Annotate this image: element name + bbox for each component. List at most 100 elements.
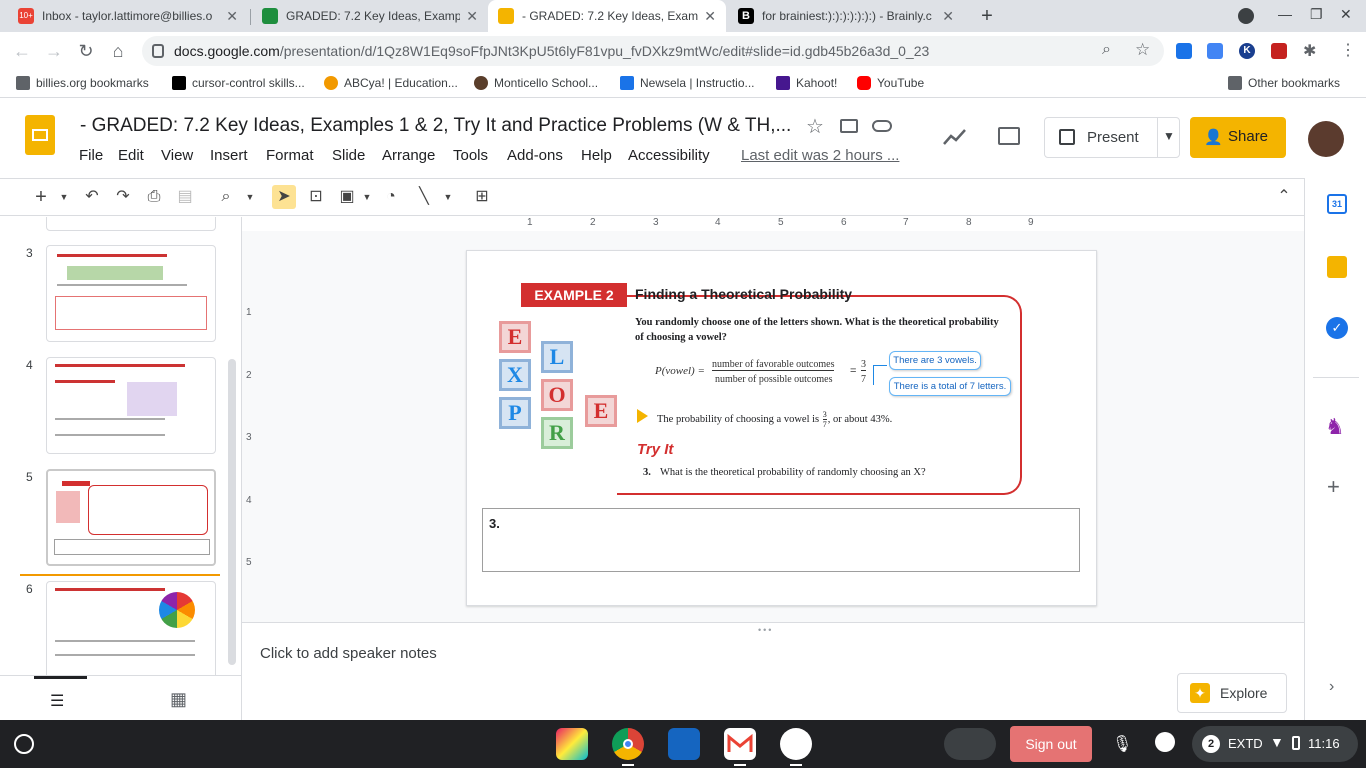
forward-icon[interactable]: → [42,39,66,63]
chevron-down-icon[interactable]: ▼ [52,185,76,209]
tab-search-icon[interactable] [1238,8,1254,24]
slide-thumbnail-5[interactable] [46,469,216,566]
tasks-icon[interactable]: ✓ [1326,317,1348,339]
kebab-menu-icon[interactable]: ⋮ [1340,40,1356,60]
bookmark-item[interactable]: Monticello School... [474,76,598,90]
menu-view[interactable]: View [161,147,193,164]
chevron-right-icon[interactable]: › [1329,678,1334,696]
app-icon[interactable] [668,728,700,760]
bookmark-star-icon[interactable]: ☆ [1135,40,1150,60]
filmstrip-scrollbar[interactable] [228,359,236,665]
slide-thumbnail-2[interactable] [46,217,216,231]
extension-icon[interactable] [1176,43,1192,59]
activity-dashboard-icon[interactable] [942,126,968,148]
menu-edit[interactable]: Edit [118,147,144,164]
menu-format[interactable]: Format [266,147,314,164]
slides-logo-icon[interactable] [25,115,55,155]
restore-icon[interactable]: ❐ [1310,6,1323,23]
star-icon[interactable]: ☆ [806,114,824,139]
text-box-icon[interactable]: ⊡ [304,185,328,209]
chevron-down-icon[interactable]: ▼ [238,185,262,209]
holding-space-tray[interactable] [944,728,996,760]
slide-thumbnail-6[interactable] [46,581,216,675]
bookmark-item[interactable]: Newsela | Instructio... [620,76,755,90]
select-to-speak-icon[interactable] [1155,732,1175,752]
calendar-icon[interactable]: 31 [1327,194,1347,214]
extension-icon[interactable]: K [1239,43,1255,59]
menu-help[interactable]: Help [581,147,612,164]
close-icon[interactable]: ✕ [226,8,238,25]
undo-icon[interactable]: ↶ [80,185,104,209]
redo-icon[interactable]: ↷ [111,185,135,209]
menu-accessibility[interactable]: Accessibility [628,147,710,164]
resize-handle[interactable]: ••• [758,625,773,635]
add-comment-icon[interactable]: ⊞ [470,185,494,209]
sign-out-button[interactable]: Sign out [1010,726,1092,762]
unicorn-addon-icon[interactable]: ♞ [1325,414,1345,440]
close-icon[interactable]: ✕ [466,8,478,25]
tab-gmail[interactable]: 10+ Inbox - taylor.lattimore@billies.o ✕ [8,0,248,32]
new-tab-button[interactable]: + [975,4,999,28]
launcher-icon[interactable] [14,734,34,754]
keep-icon[interactable] [1327,256,1347,278]
slide-thumbnail-4[interactable] [46,357,216,454]
paint-format-icon[interactable]: ▤ [173,185,197,209]
select-cursor-icon[interactable]: ➤ [272,185,296,209]
menu-slide[interactable]: Slide [332,147,365,164]
answer-text-box[interactable]: 3. [482,508,1080,572]
tab-classroom[interactable]: GRADED: 7.2 Key Ideas, Example ✕ [252,0,488,32]
back-icon[interactable]: ← [10,39,34,63]
app-icon[interactable] [780,728,812,760]
menu-arrange[interactable]: Arrange [382,147,435,164]
zoom-icon[interactable]: ⌕ [1102,41,1111,59]
close-icon[interactable]: ✕ [942,8,954,25]
speaker-notes-panel[interactable]: ••• Click to add speaker notes ✦ Explore [242,622,1304,720]
current-slide[interactable]: EXAMPLE 2 Finding a Theoretical Probabil… [466,250,1097,606]
bookmark-item[interactable]: cursor-control skills... [172,76,305,90]
close-window-icon[interactable]: ✕ [1340,6,1352,23]
explore-button[interactable]: ✦ Explore [1177,673,1287,713]
menu-tools[interactable]: Tools [453,147,488,164]
gmail-app-icon[interactable] [724,728,756,760]
status-tray[interactable]: 2 EXTD ▼ 11:16 [1192,726,1358,762]
line-icon[interactable]: ╲ [412,185,436,209]
menu-addons[interactable]: Add-ons [507,147,563,164]
other-bookmarks[interactable]: Other bookmarks [1228,76,1340,90]
shape-icon[interactable]: ◔ [379,185,403,209]
extension-icon[interactable] [1271,43,1287,59]
add-addon-icon[interactable]: + [1327,474,1340,500]
menu-file[interactable]: File [79,147,103,164]
reload-icon[interactable]: ↻ [74,39,98,63]
share-button[interactable]: 👤 Share [1190,117,1286,158]
new-slide-icon[interactable]: + [29,185,53,209]
home-icon[interactable]: ⌂ [106,39,130,63]
grid-view-icon[interactable]: ▦ [170,689,187,710]
chevron-down-icon[interactable]: ▼ [355,185,379,209]
close-icon[interactable]: ✕ [704,8,716,25]
comments-icon[interactable] [998,127,1020,145]
document-title[interactable]: - GRADED: 7.2 Key Ideas, Examples 1 & 2,… [80,115,791,137]
minimize-icon[interactable]: — [1278,6,1292,22]
menu-insert[interactable]: Insert [210,147,248,164]
chevron-down-icon[interactable]: ▼ [436,185,460,209]
microphone-icon[interactable]: 🎙 [1112,734,1132,754]
print-icon[interactable]: ⎙ [142,185,166,209]
tab-slides-active[interactable]: - GRADED: 7.2 Key Ideas, Examp ✕ [488,0,726,32]
collapse-toolbar-icon[interactable]: ⌃ [1272,185,1296,209]
tab-brainly[interactable]: B for brainiest:):):):):):):) - Brainly.… [728,0,964,32]
address-bar[interactable]: docs.google.com/presentation/d/1Qz8W1Eq9… [142,36,1164,66]
bookmark-item[interactable]: Kahoot! [776,76,837,90]
speaker-notes-placeholder[interactable]: Click to add speaker notes [260,645,437,662]
cloud-status-icon[interactable] [872,120,892,132]
move-folder-icon[interactable] [840,119,858,133]
filmstrip-view-icon[interactable]: ☰ [50,691,64,711]
avatar[interactable] [1308,121,1344,157]
extension-icon[interactable] [1207,43,1223,59]
chevron-down-icon[interactable]: ▼ [1163,129,1175,143]
puzzle-icon[interactable]: ✱ [1303,41,1316,61]
slide-thumbnail-3[interactable] [46,245,216,342]
canvas-app-icon[interactable] [556,728,588,760]
bookmark-item[interactable]: billies.org bookmarks [16,76,149,90]
bookmark-item[interactable]: ABCya! | Education... [324,76,458,90]
last-edit-link[interactable]: Last edit was 2 hours ... [741,147,899,164]
